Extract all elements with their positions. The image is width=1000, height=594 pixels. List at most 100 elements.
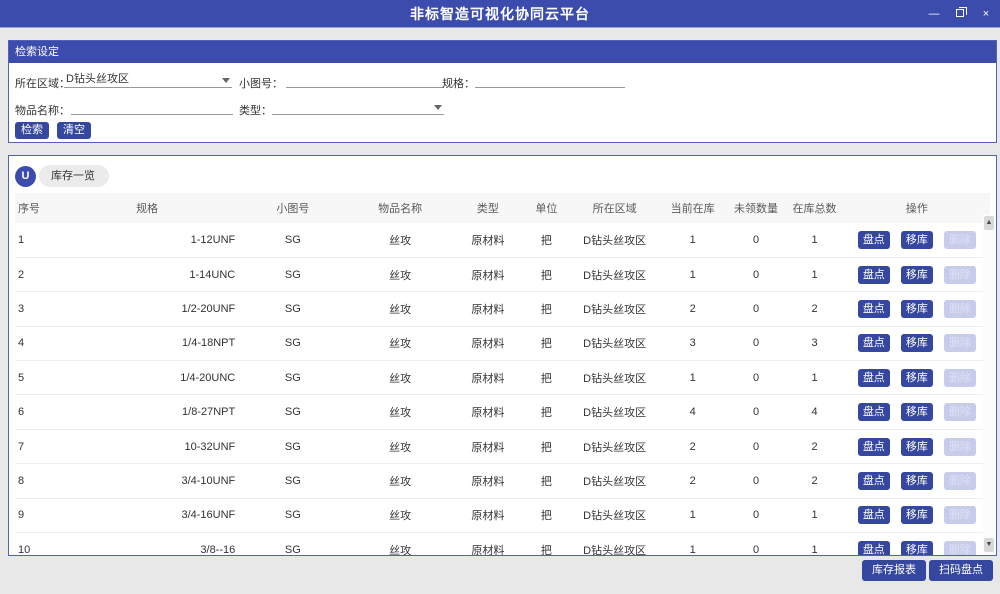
- vertical-scrollbar[interactable]: ▲ ▼: [983, 214, 995, 554]
- cell-drawing-no: SG: [239, 533, 346, 556]
- delete-button[interactable]: 删除: [944, 403, 976, 421]
- type-select[interactable]: [272, 98, 444, 115]
- col-header-total-stock: 在库总数: [785, 193, 844, 223]
- col-header-unit: 单位: [522, 193, 571, 223]
- cell-total-stock: 2: [785, 292, 844, 326]
- delete-button[interactable]: 删除: [944, 231, 976, 249]
- minimize-icon[interactable]: —: [928, 9, 940, 20]
- type-label: 类型：: [239, 102, 272, 118]
- cell-index: 10: [15, 533, 59, 556]
- cell-item-name: 丝攻: [347, 429, 454, 463]
- search-panel-title: 检索设定: [9, 41, 996, 63]
- stocktake-button[interactable]: 盘点: [858, 472, 890, 490]
- stocktake-button[interactable]: 盘点: [858, 403, 890, 421]
- stocktake-button[interactable]: 盘点: [858, 506, 890, 524]
- spec-input[interactable]: [475, 71, 625, 88]
- stocktake-button[interactable]: 盘点: [858, 231, 890, 249]
- move-stock-button[interactable]: 移库: [901, 472, 933, 490]
- inventory-report-button[interactable]: 库存报表: [862, 560, 926, 581]
- cell-actions: 盘点 移库 删除: [844, 292, 990, 326]
- cell-index: 3: [15, 292, 59, 326]
- stocktake-button[interactable]: 盘点: [858, 300, 890, 318]
- search-button[interactable]: 检索: [15, 122, 49, 139]
- cell-index: 5: [15, 361, 59, 395]
- move-stock-button[interactable]: 移库: [901, 438, 933, 456]
- cell-current-stock: 1: [659, 361, 727, 395]
- cell-index: 7: [15, 429, 59, 463]
- cell-item-name: 丝攻: [347, 533, 454, 556]
- cell-current-stock: 2: [659, 429, 727, 463]
- cell-area: D钻头丝攻区: [571, 361, 659, 395]
- cell-total-stock: 3: [785, 326, 844, 360]
- restore-icon[interactable]: [954, 9, 966, 20]
- cell-unit: 把: [522, 223, 571, 257]
- cell-index: 4: [15, 326, 59, 360]
- cell-unclaimed: 0: [727, 498, 786, 532]
- delete-button[interactable]: 删除: [944, 506, 976, 524]
- delete-button[interactable]: 删除: [944, 438, 976, 456]
- delete-button[interactable]: 删除: [944, 541, 976, 556]
- drawing-no-input[interactable]: [286, 71, 444, 88]
- cell-index: 8: [15, 464, 59, 498]
- cell-total-stock: 1: [785, 498, 844, 532]
- stocktake-button[interactable]: 盘点: [858, 438, 890, 456]
- cell-drawing-no: SG: [239, 326, 346, 360]
- cell-type: 原材料: [454, 257, 522, 291]
- search-form: 所在区域： D钻头丝攻区 小图号： 规格： 物品名称： 类型： 检索 清空: [9, 63, 996, 142]
- move-stock-button[interactable]: 移库: [901, 300, 933, 318]
- cell-spec: 1/4-20UNC: [59, 361, 239, 395]
- cell-actions: 盘点 移库 删除: [844, 533, 990, 556]
- move-stock-button[interactable]: 移库: [901, 266, 933, 284]
- cell-unit: 把: [522, 257, 571, 291]
- delete-button[interactable]: 删除: [944, 334, 976, 352]
- stocktake-button[interactable]: 盘点: [858, 541, 890, 556]
- cell-total-stock: 4: [785, 395, 844, 429]
- cell-area: D钻头丝攻区: [571, 395, 659, 429]
- cell-total-stock: 1: [785, 533, 844, 556]
- app-title: 非标智造可视化协同云平台: [410, 4, 590, 24]
- move-stock-button[interactable]: 移库: [901, 506, 933, 524]
- move-stock-button[interactable]: 移库: [901, 369, 933, 387]
- move-stock-button[interactable]: 移库: [901, 541, 933, 556]
- cell-spec: 3/4-10UNF: [59, 464, 239, 498]
- table-row: 5 1/4-20UNC SG 丝攻 原材料 把 D钻头丝攻区 1 0 1 盘点 …: [15, 361, 990, 395]
- item-name-input[interactable]: [71, 98, 233, 115]
- inventory-tab[interactable]: U 库存一览: [15, 164, 996, 188]
- cell-area: D钻头丝攻区: [571, 429, 659, 463]
- cell-spec: 1-12UNF: [59, 223, 239, 257]
- area-label: 所在区域：: [15, 75, 70, 91]
- scroll-up-icon[interactable]: ▲: [984, 216, 994, 230]
- move-stock-button[interactable]: 移库: [901, 231, 933, 249]
- delete-button[interactable]: 删除: [944, 300, 976, 318]
- inventory-table-body: 1 1-12UNF SG 丝攻 原材料 把 D钻头丝攻区 1 0 1 盘点 移库…: [15, 223, 990, 556]
- scroll-down-icon[interactable]: ▼: [984, 538, 994, 552]
- cell-actions: 盘点 移库 删除: [844, 429, 990, 463]
- cell-unit: 把: [522, 326, 571, 360]
- cell-total-stock: 1: [785, 361, 844, 395]
- cell-item-name: 丝攻: [347, 498, 454, 532]
- spec-label: 规格：: [442, 75, 475, 91]
- stocktake-button[interactable]: 盘点: [858, 369, 890, 387]
- scan-stocktake-button[interactable]: 扫码盘点: [929, 560, 993, 581]
- delete-button[interactable]: 删除: [944, 472, 976, 490]
- cell-drawing-no: SG: [239, 361, 346, 395]
- cell-item-name: 丝攻: [347, 257, 454, 291]
- close-icon[interactable]: ×: [980, 9, 992, 20]
- cell-spec: 3/8--16: [59, 533, 239, 556]
- clear-button[interactable]: 清空: [57, 122, 91, 139]
- move-stock-button[interactable]: 移库: [901, 334, 933, 352]
- col-header-area: 所在区域: [571, 193, 659, 223]
- cell-item-name: 丝攻: [347, 361, 454, 395]
- cell-unclaimed: 0: [727, 326, 786, 360]
- area-select-value: D钻头丝攻区: [64, 71, 222, 87]
- stocktake-button[interactable]: 盘点: [858, 334, 890, 352]
- cell-unclaimed: 0: [727, 429, 786, 463]
- stocktake-button[interactable]: 盘点: [858, 266, 890, 284]
- table-row: 1 1-12UNF SG 丝攻 原材料 把 D钻头丝攻区 1 0 1 盘点 移库…: [15, 223, 990, 257]
- delete-button[interactable]: 删除: [944, 266, 976, 284]
- cell-area: D钻头丝攻区: [571, 533, 659, 556]
- inventory-table: 序号 规格 小图号 物品名称 类型 单位 所在区域 当前在库 未领数量 在库总数…: [15, 193, 990, 556]
- delete-button[interactable]: 删除: [944, 369, 976, 387]
- area-select[interactable]: D钻头丝攻区: [64, 71, 232, 88]
- move-stock-button[interactable]: 移库: [901, 403, 933, 421]
